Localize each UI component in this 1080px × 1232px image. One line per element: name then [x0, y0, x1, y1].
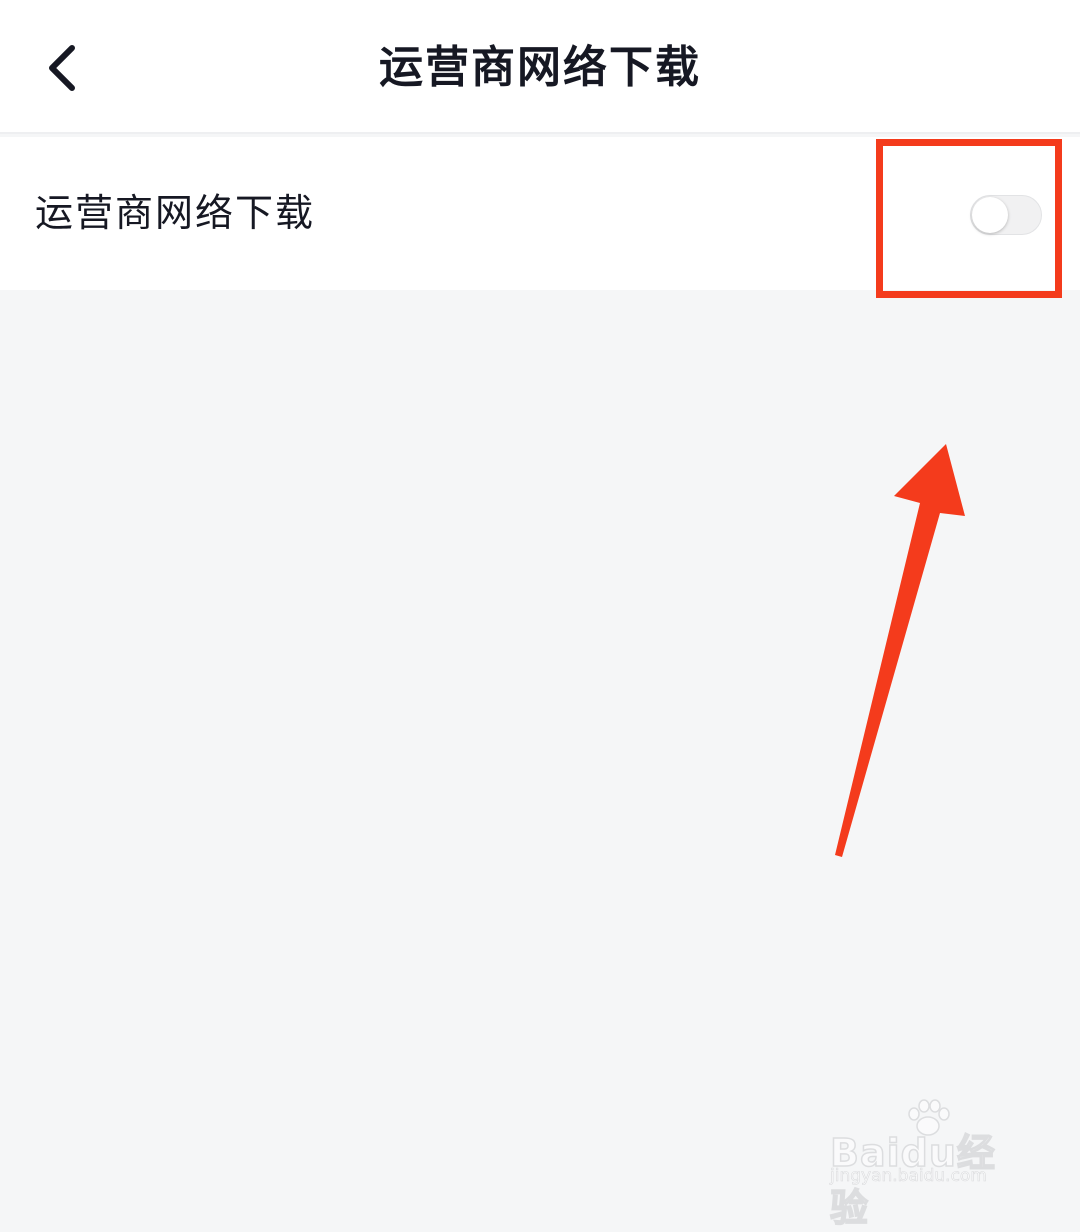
baidu-jingyan-watermark: Baidu经验 jingyan.baidu.com: [828, 1098, 1028, 1231]
watermark-url: jingyan.baidu.com: [830, 1166, 987, 1187]
annotation-arrow: [835, 444, 965, 857]
